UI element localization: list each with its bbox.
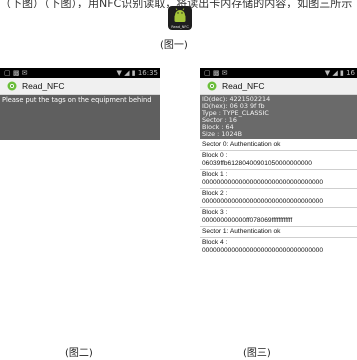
tag-size: Size : 1024B <box>202 129 242 138</box>
divider <box>200 207 357 208</box>
nfc-app-icon <box>207 81 217 91</box>
block-4-label: Block 4 : <box>202 239 228 246</box>
tag-info-panel: ID(dec): 4221502214 ID(hex): 06 03 9f fb… <box>200 95 357 139</box>
nfc-app-icon <box>7 81 17 91</box>
block-0-data: 06039ffb61280400901050000000000 <box>202 160 312 167</box>
status-bar: ▢ ▩ ✉ ▼ ◢ ▮ 16 <box>200 68 357 78</box>
block-1-label: Block 1 : <box>202 171 228 178</box>
caption-figure-1: (图一) <box>160 40 188 51</box>
app-icon-label: Read_NFC <box>171 25 189 29</box>
block-0-label: Block 0 : <box>202 152 228 159</box>
block-3-label: Block 3 : <box>202 209 228 216</box>
action-bar: Read_NFC <box>0 78 160 95</box>
block-2-data: 000000000000000000000000000000000 <box>202 198 324 205</box>
caption-figure-3: (图三) <box>243 348 271 359</box>
block-dump-list[interactable]: Sector 0: Authentication ok Block 0 : 06… <box>200 141 357 255</box>
sector-0-auth: Sector 0: Authentication ok <box>202 141 281 148</box>
status-bar: ▢ ▩ ✉ ▼ ◢ ▮ 16:35 <box>0 68 160 78</box>
divider <box>200 169 357 170</box>
sector-1-auth: Sector 1: Authentication ok <box>202 228 281 235</box>
read-nfc-app-icon[interactable]: Read_NFC <box>168 6 192 30</box>
divider <box>200 237 357 238</box>
app-title: Read_NFC <box>222 81 265 91</box>
divider <box>200 226 357 227</box>
action-bar: Read_NFC <box>200 78 357 95</box>
screenshot-figure-3: ▢ ▩ ✉ ▼ ◢ ▮ 16 Read_NFC ID(dec): 4221502… <box>200 68 357 298</box>
block-3-data: 000000000000ff078069ffffffffffff <box>202 217 293 224</box>
block-2-label: Block 2 : <box>202 190 228 197</box>
block-4-data: 000000000000000000000000000000000 <box>202 247 324 254</box>
status-left-icons: ▢ ▩ ✉ <box>204 69 228 77</box>
status-right-indicators: ▼ ◢ ▮ 16 <box>324 69 355 77</box>
divider <box>200 188 357 189</box>
divider <box>200 150 357 151</box>
status-right-indicators: ▼ ◢ ▮ 16:35 <box>116 69 158 77</box>
caption-figure-2: (图二) <box>65 348 93 359</box>
app-title: Read_NFC <box>22 81 65 91</box>
screenshot-figure-2: ▢ ▩ ✉ ▼ ◢ ▮ 16:35 Read_NFC Please put th… <box>0 68 160 338</box>
instruction-message: Please put the tags on the equipment beh… <box>0 95 160 140</box>
status-left-icons: ▢ ▩ ✉ <box>4 69 28 77</box>
block-1-data: 000000000000000000000000000000000 <box>202 179 324 186</box>
